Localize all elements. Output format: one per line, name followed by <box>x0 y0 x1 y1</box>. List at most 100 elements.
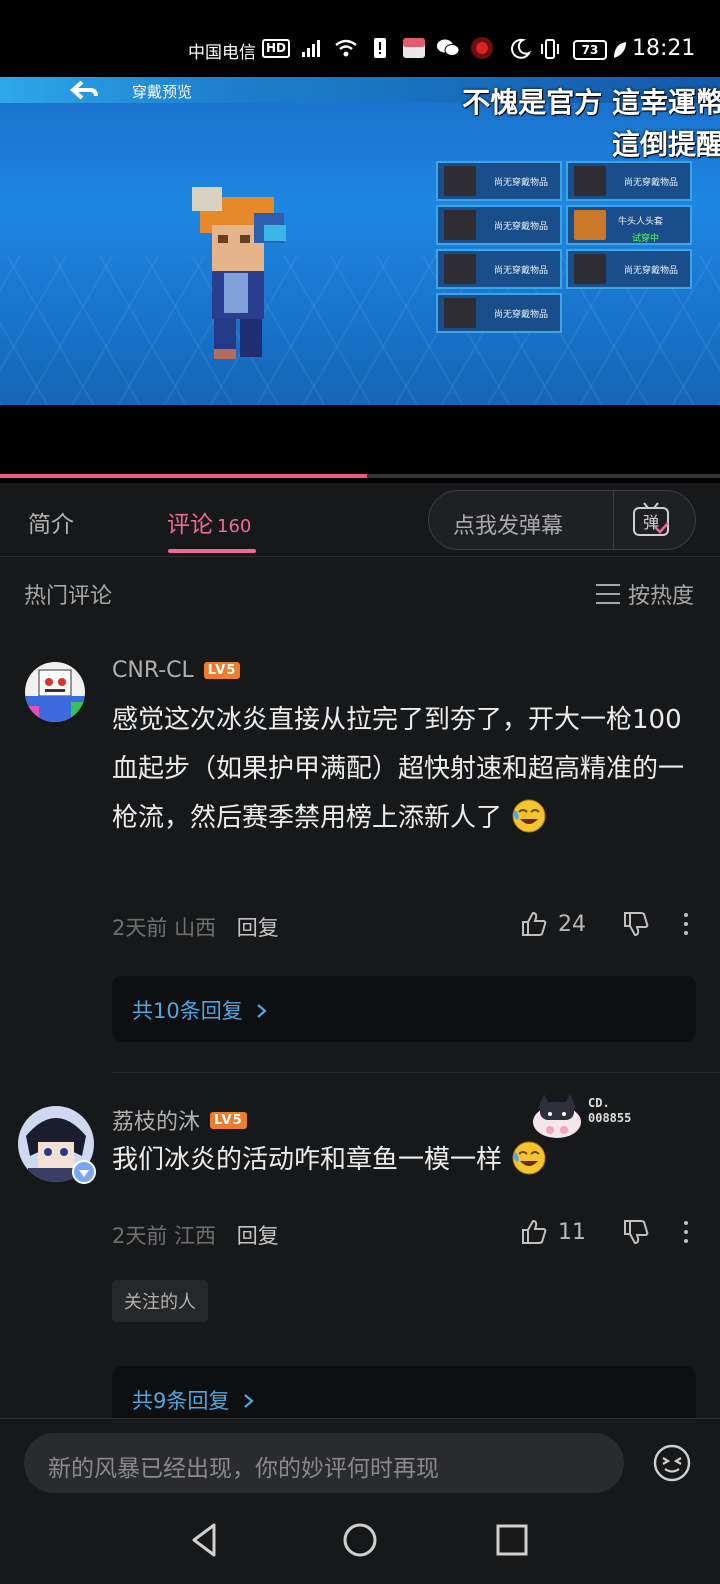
video-progress-bar[interactable] <box>0 474 720 478</box>
reply-button[interactable]: 回复 <box>237 916 279 940</box>
status-bar: 中国电信 HD 73 18:21 <box>0 0 720 77</box>
like-button[interactable]: 11 <box>520 1218 586 1246</box>
active-tab-indicator <box>168 549 256 553</box>
back-icon[interactable] <box>184 1518 228 1562</box>
menu-icon <box>595 584 620 604</box>
comment-text: 我们冰炎的活动咋和章鱼一模一样 <box>112 1136 692 1185</box>
slot-label: 尚无穿戴物品 <box>624 177 679 188</box>
avatar[interactable] <box>25 662 85 722</box>
slot-label: 牛头人头套 <box>618 216 664 227</box>
recents-icon[interactable] <box>490 1518 534 1562</box>
replies-expander[interactable]: 共10条回复 <box>112 976 696 1042</box>
comment-body: 感觉这次冰炎直接从拉完了到夯了，开大一枪100血起步（如果护甲满配）超快射速和超… <box>112 705 685 833</box>
danmaku-divider <box>613 491 614 549</box>
slot-item-icon <box>574 210 606 240</box>
comment-body: 我们冰炎的活动咋和章鱼一模一样 <box>112 1145 503 1175</box>
slot-label: 尚无穿戴物品 <box>494 265 549 276</box>
home-icon[interactable] <box>338 1518 382 1562</box>
username-text: 荔枝的沐 <box>112 1110 201 1135</box>
equip-slot-7[interactable]: 尚无穿戴物品 <box>436 293 562 333</box>
slot-item-icon <box>574 166 606 196</box>
comment-actions: 11 <box>520 1218 690 1246</box>
slot-item-icon <box>444 254 476 284</box>
danmaku-toggle-icon[interactable]: 弹 <box>631 501 671 539</box>
reply-button[interactable]: 回复 <box>237 1224 279 1248</box>
emoji-picker-icon[interactable] <box>652 1443 692 1483</box>
comment-actions: 24 <box>520 910 690 938</box>
slot-label: 尚无穿戴物品 <box>624 265 679 276</box>
comment-time: 2天前 <box>112 916 168 940</box>
like-button[interactable]: 24 <box>520 910 586 938</box>
equip-slot-1[interactable]: 尚无穿戴物品 <box>436 161 562 201</box>
chevron-right-icon <box>244 1394 254 1408</box>
fan-badge[interactable]: CD. 008855 <box>528 1086 658 1142</box>
video-player[interactable]: 穿戴预览 不愧是官方 這幸運幣 這倒提醒 尚无穿戴物品 尚无穿戴物品 尚无穿戴物… <box>0 77 720 483</box>
game-screen-title: 穿戴预览 <box>132 83 193 101</box>
thumbs-up-icon <box>522 911 547 936</box>
username[interactable]: 荔枝的沐 LV5 <box>112 1104 247 1136</box>
comment-location: 山西 <box>174 916 217 940</box>
replies-count-label: 共10条回复 <box>132 999 243 1023</box>
alert-icon <box>368 36 392 60</box>
subtitle-line-2: 這倒提醒 <box>611 128 720 161</box>
comment-input-placeholder: 新的风暴已经出现，你的妙评何时再现 <box>48 1456 439 1482</box>
wechat-icon <box>436 36 460 60</box>
laugh-cry-emoji-icon <box>512 1141 546 1175</box>
wifi-icon <box>334 36 358 60</box>
carrier-name: 中国电信 <box>188 43 256 63</box>
sort-label: 按热度 <box>627 584 694 609</box>
moon-icon <box>508 37 532 61</box>
comment-input[interactable]: 新的风暴已经出现，你的妙评何时再现 <box>24 1433 624 1493</box>
more-options-icon[interactable] <box>684 1221 690 1243</box>
tab-bar: 简介 评论 160 点我发弹幕 弹 <box>0 483 720 557</box>
leaf-icon <box>608 38 632 62</box>
equip-slot-4[interactable]: 牛头人头套试穿中 <box>566 205 692 245</box>
character-model <box>192 187 286 359</box>
hot-comments-title: 热门评论 <box>24 584 113 609</box>
equip-slot-5[interactable]: 尚无穿戴物品 <box>436 249 562 289</box>
tab-intro[interactable]: 简介 <box>28 505 74 539</box>
equip-slot-2[interactable]: 尚无穿戴物品 <box>566 161 692 201</box>
replies-count-link: 共10条回复 <box>132 995 269 1025</box>
sort-button[interactable]: 按热度 <box>595 578 694 610</box>
slot-label: 尚无穿戴物品 <box>494 309 549 320</box>
comments-count: 160 <box>217 516 252 537</box>
hd-voice-badge: HD <box>262 39 291 58</box>
equip-slot-3[interactable]: 尚无穿戴物品 <box>436 205 562 245</box>
username[interactable]: CNR-CL LV5 <box>112 658 241 683</box>
slot-item-icon <box>444 166 476 196</box>
slot-trial-status: 试穿中 <box>632 234 660 244</box>
equip-slot-6[interactable]: 尚无穿戴物品 <box>566 249 692 289</box>
more-options-icon[interactable] <box>684 913 690 935</box>
video-progress-fill <box>0 474 368 478</box>
game-app-icon <box>470 36 494 60</box>
thumbs-up-icon <box>522 1219 547 1244</box>
tab-comments[interactable]: 评论 160 <box>167 505 251 539</box>
username-text: CNR-CL <box>112 658 194 683</box>
following-tag: 关注的人 <box>112 1280 208 1322</box>
comment-time: 2天前 <box>112 1224 168 1248</box>
fan-badge-number: CD. 008855 <box>588 1096 632 1125</box>
app-notification-icon <box>402 36 426 60</box>
danmaku-input[interactable]: 点我发弹幕 弹 <box>428 490 696 550</box>
thumbs-down-icon[interactable] <box>622 910 650 938</box>
laugh-cry-emoji-icon <box>512 799 546 833</box>
chevron-right-icon <box>257 1004 268 1018</box>
battery-indicator: 73 <box>573 40 607 60</box>
slot-label: 尚无穿戴物品 <box>494 221 549 232</box>
verified-badge-icon <box>72 1160 96 1184</box>
slot-item-icon <box>444 298 476 328</box>
slot-item-icon <box>574 254 606 284</box>
status-icons <box>300 36 494 60</box>
game-back-arrow-icon <box>69 80 104 100</box>
system-nav-bar <box>0 1498 720 1584</box>
tab-comments-label: 评论 <box>167 512 213 538</box>
thumbs-down-icon[interactable] <box>622 1218 650 1246</box>
comment-meta: 2天前 江西 回复 <box>112 1220 279 1250</box>
signal-icon <box>300 36 324 60</box>
level-badge: LV5 <box>210 1111 247 1129</box>
comment-text: 感觉这次冰炎直接从拉完了到夯了，开大一枪100血起步（如果护甲满配）超快射速和超… <box>112 696 692 843</box>
danmaku-placeholder: 点我发弹幕 <box>453 514 564 539</box>
vibrate-icon <box>538 37 562 61</box>
like-count: 24 <box>558 911 586 937</box>
